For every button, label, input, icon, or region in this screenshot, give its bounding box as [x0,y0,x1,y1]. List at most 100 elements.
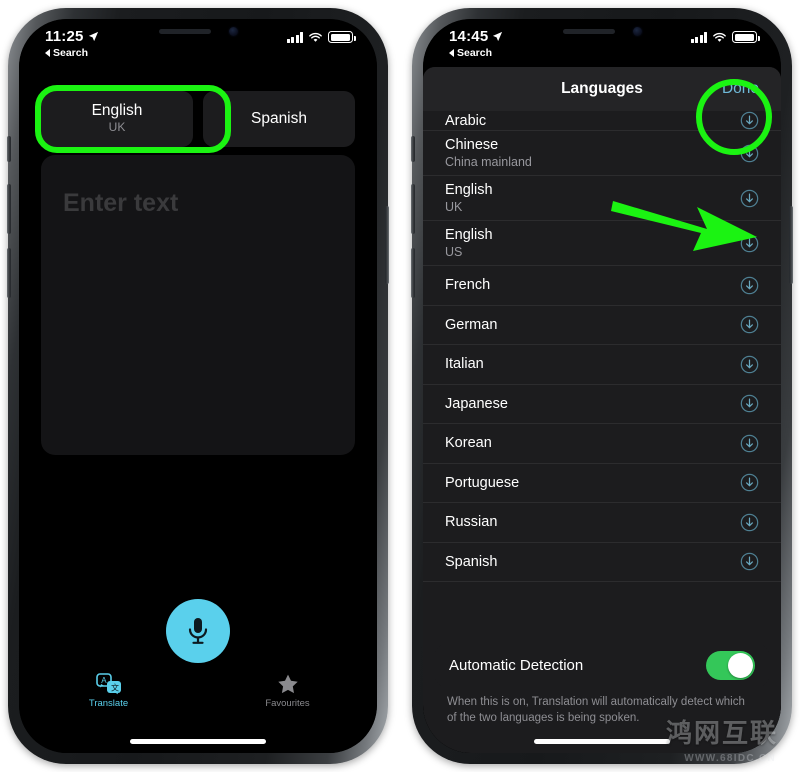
language-name: French [445,277,491,294]
left-status-time: 11:25 [45,28,84,45]
source-language-chip[interactable]: English UK [41,91,193,147]
list-item[interactable]: Arabic [423,111,781,131]
download-circle-icon[interactable] [740,473,759,492]
download-circle-icon[interactable] [740,189,759,208]
svg-text:文: 文 [111,682,119,692]
tab-translate-label: Translate [88,698,129,709]
language-name: German [445,316,498,333]
sheet-nav-bar: Languages Done [423,67,781,111]
download-circle-icon[interactable] [740,111,759,130]
home-indicator[interactable] [534,739,670,744]
language-names: French [445,276,490,294]
volume-up-button[interactable] [7,184,11,234]
volume-down-button[interactable] [411,248,415,298]
left-status-icons [286,31,356,43]
mute-switch[interactable] [7,136,11,162]
target-language-chip[interactable]: Spanish [203,91,355,147]
right-back-to-search[interactable]: Search [449,47,492,59]
download-circle-icon[interactable] [740,552,759,571]
sheet-title: Languages [561,80,643,97]
language-region: China mainland [445,154,532,169]
automatic-detection-row[interactable]: Automatic Detection [435,643,769,687]
cellular-signal-icon [286,32,303,43]
list-item[interactable]: English US [423,221,781,266]
list-item[interactable]: French [423,266,781,306]
list-item[interactable]: Chinese China mainland [423,131,781,176]
list-item[interactable]: Portuguese [423,464,781,503]
notch [521,19,683,44]
right-phone-screen: 14:45 Search Languages Done Arabic Chine… [423,19,781,753]
language-names: Portuguese [445,474,519,492]
right-status-icons [690,31,760,43]
battery-icon [732,31,760,43]
tab-favourites[interactable]: Favourites [228,673,348,709]
done-button[interactable]: Done [722,80,759,98]
list-item[interactable]: English UK [423,176,781,221]
automatic-detection-toggle[interactable] [706,650,755,680]
chevron-left-icon [449,49,454,57]
list-item[interactable]: Japanese [423,385,781,424]
language-names: Japanese [445,395,508,413]
list-item[interactable]: Korean [423,424,781,464]
language-selector: English UK Spanish [41,91,355,147]
download-circle-icon[interactable] [740,276,759,295]
language-name: Portuguese [445,474,520,491]
enter-text-placeholder: Enter text [63,189,179,217]
language-name: Arabic [445,112,487,129]
volume-down-button[interactable] [7,248,11,298]
microphone-button[interactable] [166,599,230,663]
language-names: Italian [445,355,484,373]
language-name: English [445,181,493,198]
language-names: German [445,316,497,334]
power-button[interactable] [385,206,389,284]
download-circle-icon[interactable] [740,234,759,253]
download-circle-icon[interactable] [740,355,759,374]
left-back-to-search[interactable]: Search [45,47,88,59]
translate-text-card[interactable]: Enter text [41,155,355,455]
home-indicator[interactable] [130,739,266,744]
target-language-name: Spanish [250,110,307,128]
list-item[interactable]: Spanish [423,543,781,582]
right-status-time: 14:45 [449,28,489,45]
front-camera-icon [228,27,238,36]
left-phone-inner: 11:25 Search English UK Spanish Enter te… [19,19,377,753]
download-circle-icon[interactable] [740,394,759,413]
download-circle-icon[interactable] [740,315,759,334]
languages-sheet: Languages Done Arabic Chinese China main… [423,67,781,753]
left-phone-device: 11:25 Search English UK Spanish Enter te… [7,8,389,764]
language-names: English UK [445,181,493,215]
wifi-icon [713,32,726,42]
list-item[interactable]: Russian [423,503,781,543]
translate-icon: A 文 [95,673,121,695]
location-arrow-icon [88,31,98,42]
language-name: Japanese [445,395,508,412]
language-list[interactable]: Arabic Chinese China mainland English UK… [423,111,781,639]
earpiece-speaker-icon [562,29,615,34]
language-names: Korean [445,434,492,452]
language-names: English US [445,226,493,260]
download-circle-icon[interactable] [740,144,759,163]
volume-up-button[interactable] [411,184,415,234]
language-names: Spanish [445,553,497,571]
language-names: Chinese China mainland [445,136,532,170]
list-item[interactable]: Italian [423,345,781,385]
tab-translate[interactable]: A 文 Translate [49,673,169,709]
download-circle-icon[interactable] [740,513,759,532]
chevron-left-icon [45,49,50,57]
cellular-signal-icon [690,32,707,43]
toggle-knob [728,652,753,678]
notch [117,19,279,44]
right-status-time-group: 14:45 [449,28,503,45]
language-region: US [445,244,463,259]
location-arrow-icon [493,31,503,42]
mute-switch[interactable] [411,136,415,162]
language-names: Arabic [445,112,486,130]
right-phone-device: 14:45 Search Languages Done Arabic Chine… [411,8,793,764]
download-circle-icon[interactable] [740,434,759,453]
right-phone-inner: 14:45 Search Languages Done Arabic Chine… [423,19,781,753]
automatic-detection-section: Automatic Detection When this is on, Tra… [423,643,781,727]
power-button[interactable] [789,206,793,284]
left-phone-screen: 11:25 Search English UK Spanish Enter te… [19,19,377,753]
list-item[interactable]: German [423,306,781,345]
source-language-name: English [91,102,143,120]
